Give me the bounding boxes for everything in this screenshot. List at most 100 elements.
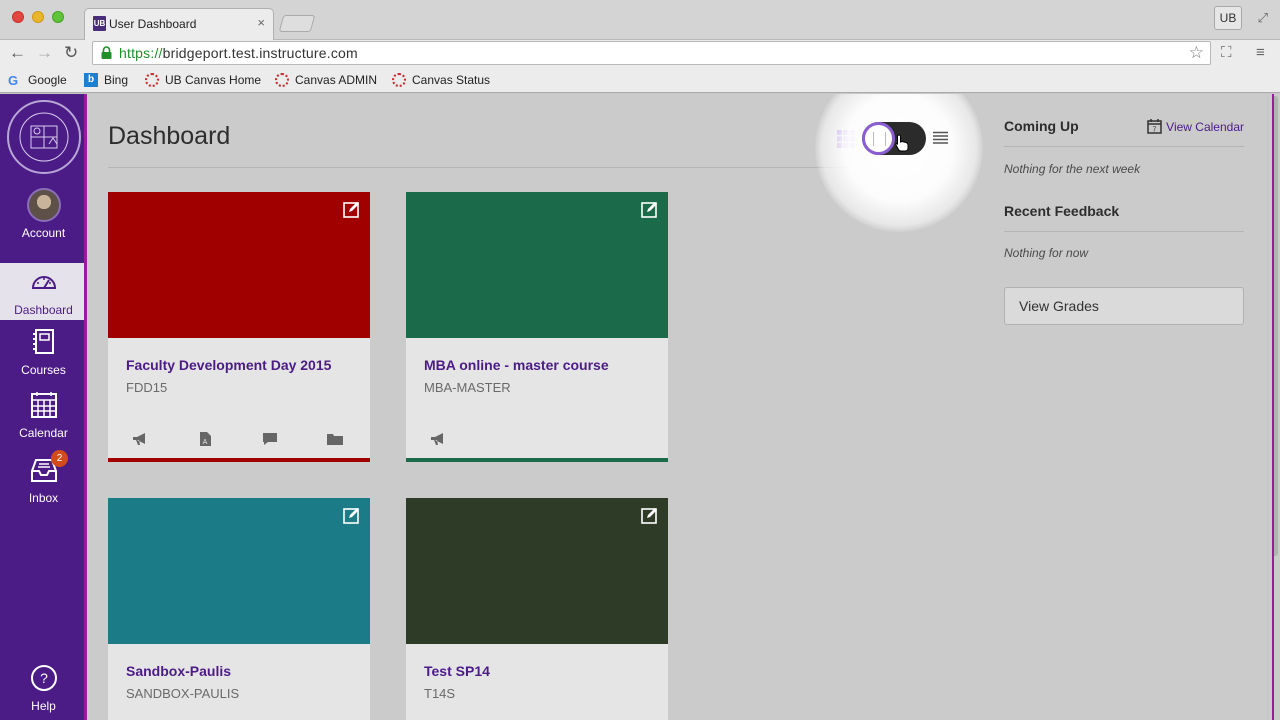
edit-icon[interactable] xyxy=(641,201,658,218)
course-card-hero[interactable] xyxy=(406,192,668,338)
nav-help[interactable]: ? Help xyxy=(0,664,87,713)
nav-inbox-label: Inbox xyxy=(28,491,59,505)
course-card[interactable]: MBA online - master course MBA-MASTER xyxy=(406,192,668,462)
lock-icon xyxy=(101,46,112,59)
assignments-icon[interactable]: A xyxy=(197,432,213,446)
discussions-icon[interactable] xyxy=(262,432,278,446)
edit-icon[interactable] xyxy=(343,507,360,524)
view-calendar-label: View Calendar xyxy=(1166,119,1244,134)
inbox-unread-badge: 2 xyxy=(51,450,68,467)
avatar xyxy=(26,188,61,222)
sidebar-divider xyxy=(1004,231,1244,232)
tab-favicon-icon: UB xyxy=(93,16,106,31)
nav-courses-label: Courses xyxy=(21,363,66,377)
calendar-icon: 7 xyxy=(1147,119,1162,134)
new-tab-button[interactable] xyxy=(278,15,316,32)
page-title: Dashboard xyxy=(108,122,231,150)
edit-icon[interactable] xyxy=(343,201,360,218)
university-logo[interactable] xyxy=(7,100,81,174)
canvas-icon xyxy=(275,73,289,87)
nav-account[interactable]: Account xyxy=(0,188,87,240)
bookmark-bing[interactable]: b Bing xyxy=(84,73,128,87)
bookmark-canvas-admin[interactable]: Canvas ADMIN xyxy=(275,73,377,87)
edit-icon[interactable] xyxy=(641,507,658,524)
forward-icon[interactable]: → xyxy=(36,43,53,63)
bookmark-canvas-status[interactable]: Canvas Status xyxy=(392,73,490,87)
announcements-icon[interactable] xyxy=(430,432,446,446)
course-card-footer xyxy=(406,458,668,462)
course-card[interactable]: Test SP14 T14S xyxy=(406,498,668,720)
bookmark-google[interactable]: G Google xyxy=(8,73,67,88)
tab-title: User Dashboard xyxy=(109,17,197,31)
back-icon[interactable]: ← xyxy=(9,43,26,63)
svg-text:?: ? xyxy=(40,670,48,686)
maximize-window-button[interactable] xyxy=(52,11,64,23)
course-code: MBA-MASTER xyxy=(424,380,511,395)
course-name-link[interactable]: MBA online - master course xyxy=(424,357,609,373)
view-toggle[interactable] xyxy=(862,122,926,155)
cast-icon[interactable]: ⛶ xyxy=(1221,44,1232,61)
view-grades-button[interactable]: View Grades xyxy=(1004,287,1244,325)
nav-account-label: Account xyxy=(21,226,66,240)
google-icon: G xyxy=(8,73,19,88)
nav-courses[interactable]: Courses xyxy=(0,328,87,377)
main-content: Dashboard Faculty Development Day 2015 F… xyxy=(87,94,1267,720)
minimize-window-button[interactable] xyxy=(32,11,44,23)
hand-cursor-icon xyxy=(895,134,909,152)
course-card[interactable]: Sandbox-Paulis SANDBOX-PAULIS xyxy=(108,498,370,720)
course-card[interactable]: Faculty Development Day 2015 FDD15 A xyxy=(108,192,370,462)
nav-calendar[interactable]: Calendar xyxy=(0,391,87,440)
address-bar[interactable]: https://bridgeport.test.instructure.com … xyxy=(92,41,1211,65)
global-nav: Account Dashboard Courses Calendar 2 Inb… xyxy=(0,94,87,720)
menu-icon[interactable]: ≡ xyxy=(1256,44,1265,61)
canvas-icon xyxy=(392,73,406,87)
course-card-hero[interactable] xyxy=(108,498,370,644)
course-name-link[interactable]: Sandbox-Paulis xyxy=(126,663,231,679)
coming-up-heading: Coming Up xyxy=(1004,118,1079,134)
toggle-knob[interactable] xyxy=(862,122,895,155)
browser-tab[interactable]: UB User Dashboard × xyxy=(84,8,274,40)
nav-calendar-label: Calendar xyxy=(19,426,68,440)
nav-dashboard[interactable]: Dashboard xyxy=(0,263,87,320)
browser-toolbar: ← → ↻ https://bridgeport.test.instructur… xyxy=(0,40,1280,67)
course-name-link[interactable]: Test SP14 xyxy=(424,663,490,679)
page-edge-accent xyxy=(1272,94,1274,720)
recent-feedback-heading: Recent Feedback xyxy=(1004,203,1120,219)
feedback-empty: Nothing for now xyxy=(1004,246,1089,260)
announcements-icon[interactable] xyxy=(132,432,148,446)
canvas-icon xyxy=(145,73,159,87)
list-view-icon[interactable] xyxy=(933,131,948,145)
bookmark-star-icon[interactable]: ☆ xyxy=(1189,43,1204,63)
course-code: SANDBOX-PAULIS xyxy=(126,686,240,701)
sidebar-divider xyxy=(1004,146,1244,147)
nav-inbox[interactable]: 2 Inbox xyxy=(0,450,87,505)
courses-icon xyxy=(32,329,54,354)
calendar-icon xyxy=(30,392,57,418)
bookmarks-bar: G Google b Bing UB Canvas Home Canvas AD… xyxy=(0,67,1280,93)
fullscreen-icon[interactable]: ⤢ xyxy=(1258,10,1268,26)
canvas-page: Account Dashboard Courses Calendar 2 Inb… xyxy=(0,94,1280,720)
svg-text:A: A xyxy=(203,439,208,446)
spotlight-highlight xyxy=(815,94,983,232)
files-icon[interactable] xyxy=(327,432,343,446)
reload-icon[interactable]: ↻ xyxy=(64,43,78,63)
course-name-link[interactable]: Faculty Development Day 2015 xyxy=(126,357,331,373)
url-text: https://bridgeport.test.instructure.com xyxy=(119,45,358,61)
tab-close-icon[interactable]: × xyxy=(257,15,265,30)
nav-help-label: Help xyxy=(31,699,56,713)
nav-dashboard-label: Dashboard xyxy=(14,303,73,317)
course-card-hero[interactable] xyxy=(406,498,668,644)
course-code: FDD15 xyxy=(126,380,168,395)
browser-tabbar: UB User Dashboard × UB ⤢ xyxy=(0,0,1280,40)
svg-text:7: 7 xyxy=(1153,127,1157,134)
university-seal-icon xyxy=(19,112,69,162)
help-icon: ? xyxy=(30,665,57,691)
bing-icon: b xyxy=(84,73,98,87)
bookmark-ub-canvas-home[interactable]: UB Canvas Home xyxy=(145,73,261,87)
view-calendar-link[interactable]: 7 View Calendar xyxy=(1147,119,1244,134)
course-code: T14S xyxy=(424,686,456,701)
profile-button[interactable]: UB xyxy=(1214,6,1242,30)
course-card-hero[interactable] xyxy=(108,192,370,338)
course-card-footer xyxy=(108,458,370,462)
close-window-button[interactable] xyxy=(12,11,24,23)
